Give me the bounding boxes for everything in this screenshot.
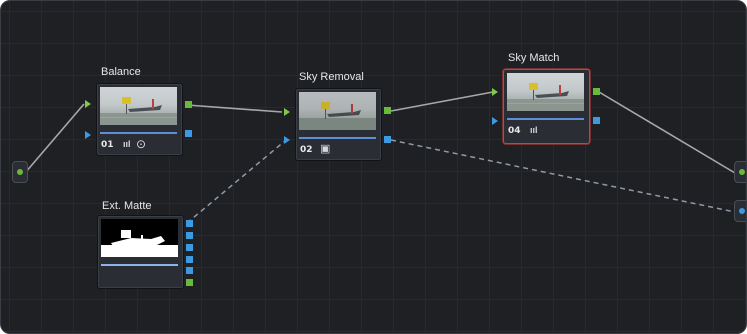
sky-removal-node-number: 02 [300, 145, 313, 155]
balance-thumbnail [100, 87, 177, 125]
ext-matte-key-output-1[interactable] [186, 220, 193, 227]
ext-matte-thumbnail [101, 219, 178, 257]
sky-match-rgb-input[interactable] [492, 88, 498, 96]
balance-rgb-input[interactable] [85, 100, 91, 108]
link-balance-to-sky-removal [186, 104, 283, 113]
link-sky-removal-to-sky-match [390, 91, 494, 112]
link-sky-match-to-output [598, 91, 736, 174]
alpha-output-node[interactable] [734, 200, 746, 222]
alpha-output-dot[interactable] [739, 208, 745, 214]
sky-match-rgb-output[interactable] [593, 88, 600, 95]
sky-removal-status-bar [299, 137, 376, 139]
node-title-sky-removal: Sky Removal [299, 71, 364, 83]
balance-rgb-output[interactable] [185, 101, 192, 108]
sky-match-status-bar [507, 118, 584, 120]
node-editor-canvas[interactable]: Balance 01 ııl ⊙ Sky Removal 02 ▣ Sky Ma… [0, 0, 747, 334]
ext-matte-key-output-4[interactable] [186, 256, 193, 263]
sky-removal-key-input[interactable] [284, 136, 290, 144]
ext-matte-rgb-output[interactable] [186, 279, 193, 286]
link-sky-removal-key-to-output-key [390, 139, 736, 213]
sky-removal-rgb-input[interactable] [284, 108, 290, 116]
rgb-output-node[interactable] [734, 161, 746, 183]
rgb-output-dot[interactable] [739, 169, 745, 175]
sky-match-key-output[interactable] [593, 117, 600, 124]
node-sky-match[interactable]: 04 ııl [503, 69, 590, 144]
ext-matte-key-output-3[interactable] [186, 244, 193, 251]
node-sky-removal[interactable]: 02 ▣ [295, 88, 382, 161]
node-title-balance: Balance [101, 66, 141, 78]
source-input-node[interactable] [12, 161, 28, 183]
link-source-to-balance [24, 103, 85, 174]
balance-status-bar [100, 132, 177, 134]
node-balance[interactable]: 01 ııl ⊙ [96, 83, 183, 156]
levels-icon: ııl [530, 125, 538, 135]
sky-removal-thumbnail [299, 92, 376, 130]
link-ext-matte-to-sky-removal-key [186, 139, 287, 224]
sky-match-key-input[interactable] [492, 117, 498, 125]
ext-matte-status-bar [101, 264, 178, 266]
source-rgb-output-dot[interactable] [17, 169, 23, 175]
circle-target-icon: ⊙ [136, 137, 147, 151]
levels-icon: ııl [123, 139, 131, 149]
ext-matte-key-output-5[interactable] [186, 267, 193, 274]
balance-key-output[interactable] [185, 130, 192, 137]
node-title-sky-match: Sky Match [508, 52, 560, 64]
balance-node-number: 01 [101, 140, 114, 150]
sky-removal-rgb-output[interactable] [384, 107, 391, 114]
ext-matte-key-output-2[interactable] [186, 232, 193, 239]
sky-match-node-number: 04 [508, 126, 521, 136]
sky-removal-key-output[interactable] [384, 136, 391, 143]
node-title-ext-matte: Ext. Matte [102, 200, 152, 212]
node-ext-matte[interactable] [97, 215, 184, 289]
qualifier-icon: ▣ [320, 143, 331, 155]
sky-match-thumbnail [507, 73, 584, 111]
balance-key-input[interactable] [85, 131, 91, 139]
